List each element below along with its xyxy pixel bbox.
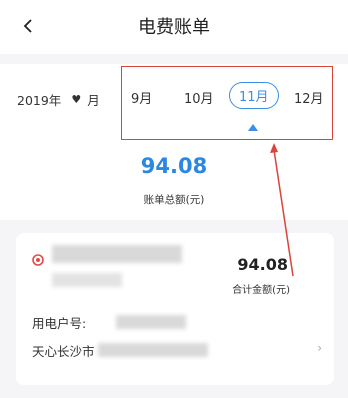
card-amount-label: 合计金额(元)	[232, 285, 290, 296]
page-title: 电费账单	[138, 17, 210, 38]
year-dropdown[interactable]: 2019年 ♥ 月	[17, 90, 100, 109]
redacted-name	[52, 245, 182, 263]
heart-icon: ♥	[71, 93, 82, 106]
header: 电费账单	[0, 0, 348, 54]
month-tab-10[interactable]: 10月	[184, 88, 214, 107]
target-icon	[32, 251, 44, 266]
year-label: 2019年	[17, 93, 62, 108]
total-amount-label: 账单总额(元)	[143, 194, 205, 206]
month-selector-bar: 2019年 ♥ 月 9月 10月 11月 12月	[0, 64, 348, 150]
bill-summary: 94.08 账单总额(元)	[0, 150, 348, 220]
redacted-address	[98, 343, 208, 357]
selected-month-caret-icon	[248, 124, 258, 131]
card-amount: 94.08	[237, 255, 288, 274]
redacted-user-id	[116, 315, 186, 329]
bill-card[interactable]: 94.08 合计金额(元) 用电户号: 天心长沙市 ›	[16, 233, 334, 385]
chevron-right-icon[interactable]: ›	[317, 341, 322, 355]
user-id-label: 用电户号:	[32, 316, 87, 331]
month-unit-label: 月	[87, 93, 100, 108]
total-amount: 94.08	[140, 154, 208, 178]
month-tab-12[interactable]: 12月	[294, 88, 324, 107]
month-tab-9[interactable]: 9月	[131, 88, 152, 107]
month-tab-11[interactable]: 11月	[229, 82, 279, 109]
address-label: 天心长沙市	[32, 344, 95, 359]
redacted-info	[52, 273, 122, 287]
